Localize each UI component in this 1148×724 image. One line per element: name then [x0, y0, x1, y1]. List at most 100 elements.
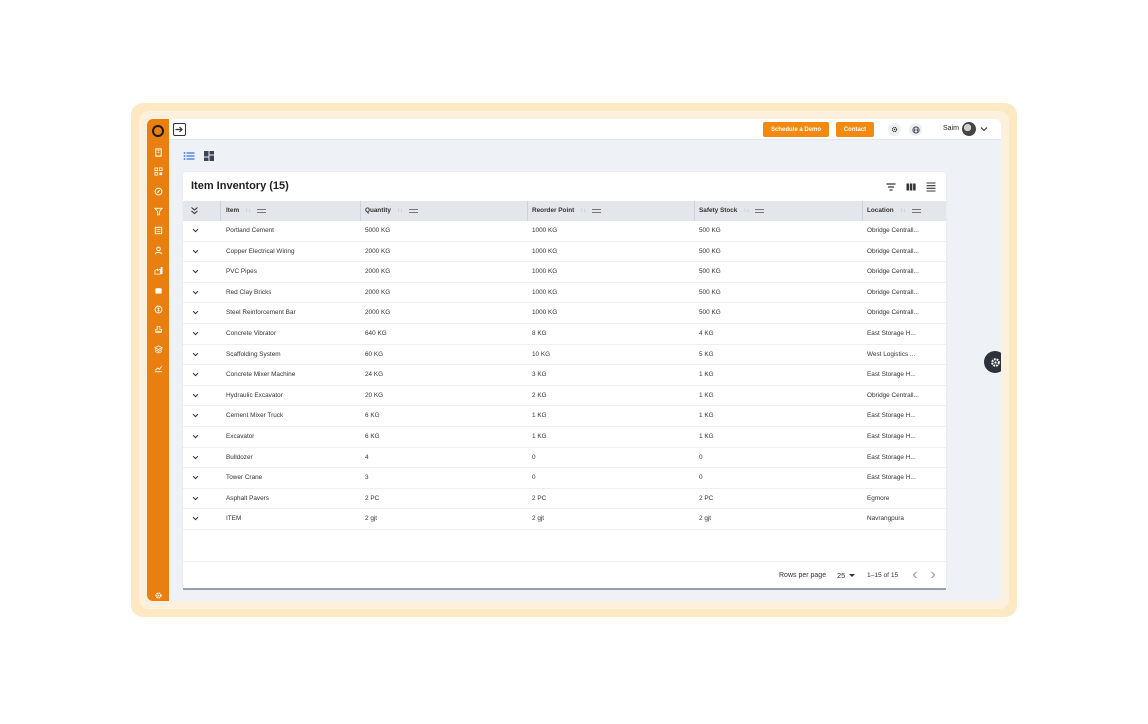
cell-reorder: 1000 KG [532, 288, 558, 296]
layers-icon[interactable] [153, 344, 163, 354]
schedule-demo-button[interactable]: Schedule a Demo [763, 122, 829, 137]
row-expand-chevron-icon[interactable] [192, 412, 199, 419]
filter-icon[interactable] [885, 181, 897, 193]
sort-icon[interactable]: ↑↓ [743, 208, 749, 214]
dollar-icon[interactable] [153, 304, 163, 314]
table-row[interactable]: Concrete Vibrator 640 KG 8 KG 4 KG East Stor… [183, 324, 946, 345]
next-page-icon[interactable] [929, 571, 937, 579]
expand-sidebar-icon[interactable] [173, 123, 186, 136]
avatar[interactable] [962, 122, 976, 136]
row-expand-chevron-icon[interactable] [192, 474, 199, 481]
globe-icon[interactable] [909, 123, 922, 136]
row-expand-chevron-icon[interactable] [192, 495, 199, 502]
row-expand-chevron-icon[interactable] [192, 433, 199, 440]
filter-funnel-icon[interactable] [153, 206, 163, 216]
expand-all-icon[interactable] [190, 206, 199, 215]
column-header-quantity[interactable]: Quantity ↑↓ [365, 207, 418, 214]
grid-view-icon[interactable] [203, 150, 215, 162]
row-expand-chevron-icon[interactable] [192, 289, 199, 296]
table-row[interactable]: ITEM 2 gjt 2 gjt 2 gjt Navrangpura [183, 509, 946, 530]
settings-gear-icon[interactable] [888, 123, 901, 136]
cell-quantity: 6 KG [365, 412, 380, 420]
cell-item: Tower Crane [226, 474, 263, 482]
row-expand-chevron-icon[interactable] [192, 515, 199, 522]
table-row[interactable]: Excavator 6 KG 1 KG 1 KG East Storage H... [183, 427, 946, 448]
cell-location: East Storage H... [867, 330, 916, 337]
row-expand-chevron-icon[interactable] [192, 392, 199, 399]
user-name[interactable]: Saim [943, 125, 959, 132]
contact-button[interactable]: Contact [836, 122, 874, 137]
user-icon[interactable] [153, 245, 163, 255]
row-expand-chevron-icon[interactable] [192, 248, 199, 255]
table-row[interactable]: Tower Crane 3 0 0 East Storage H... [183, 468, 946, 489]
cell-item: Hydraulic Excavator [226, 391, 283, 399]
sort-icon[interactable]: ↑↓ [580, 208, 586, 214]
cell-reorder: 1 KG [532, 433, 547, 440]
table-row[interactable]: Concrete Mixer Machine 24 KG 3 KG 1 KG East … [183, 365, 946, 386]
column-header-location[interactable]: Location ↑↓ [867, 207, 921, 214]
column-header-safety-stock[interactable]: Safety Stock ↑↓ [699, 207, 765, 214]
list-view-icon[interactable] [183, 150, 195, 162]
cell-item: Bulldozer [226, 453, 253, 461]
cell-safety: 500 KG [699, 309, 721, 317]
column-header-item[interactable]: Item ↑↓ [226, 207, 267, 214]
cell-item: Scaffolding System [226, 350, 281, 358]
logo-icon[interactable] [152, 125, 164, 137]
gear-icon[interactable] [153, 590, 163, 600]
cell-quantity: 2 gjt [365, 515, 378, 523]
settings-fab-icon[interactable] [984, 351, 1001, 373]
row-expand-chevron-icon[interactable] [192, 309, 199, 316]
caret-down-icon[interactable] [849, 574, 855, 577]
cell-quantity: 2000 KG [365, 309, 391, 317]
table-row[interactable]: Asphalt Pavers 2 PC 2 PC 2 PC Egmore [183, 489, 946, 510]
table-row[interactable]: Scaffolding System 60 KG 10 KG 5 KG West Log… [183, 345, 946, 366]
table-row[interactable]: Copper Electrical Wiring 2000 KG 1000 KG 50… [183, 242, 946, 263]
trend-chart-icon[interactable] [153, 363, 163, 373]
row-expand-chevron-icon[interactable] [192, 454, 199, 461]
table-row[interactable]: Portland Cement 5000 KG 1000 KG 500 KG Obrid… [183, 221, 946, 242]
cell-safety: 4 KG [699, 330, 714, 337]
box-icon[interactable] [153, 285, 163, 295]
cell-reorder: 1000 KG [532, 227, 558, 234]
chevron-down-icon[interactable] [980, 125, 988, 133]
density-icon[interactable] [925, 181, 937, 193]
sort-icon[interactable]: ↑↓ [397, 208, 403, 214]
cell-quantity: 2000 KG [365, 288, 391, 296]
table-row[interactable]: Bulldozer 4 0 0 East Storage H... [183, 448, 946, 469]
cell-reorder: 0 [532, 453, 536, 461]
table-row[interactable]: PVC Pipes 2000 KG 1000 KG 500 KG Obridge Cen… [183, 262, 946, 283]
cell-quantity: 6 KG [365, 433, 380, 440]
sidebar [147, 119, 169, 601]
row-expand-chevron-icon[interactable] [192, 351, 199, 358]
cell-location: Egmore [867, 494, 890, 502]
row-expand-chevron-icon[interactable] [192, 268, 199, 275]
rows-per-page-select[interactable]: 25 [837, 571, 845, 580]
column-menu-icon[interactable] [911, 208, 921, 213]
columns-icon[interactable] [905, 181, 917, 193]
cell-safety: 500 KG [699, 288, 721, 296]
building-icon[interactable] [153, 147, 163, 157]
column-menu-icon[interactable] [257, 208, 267, 213]
table-row[interactable]: Cement Mixer Truck 6 KG 1 KG 1 KG East Stora… [183, 406, 946, 427]
column-menu-icon[interactable] [755, 208, 765, 213]
sort-icon[interactable]: ↑↓ [245, 208, 251, 214]
row-expand-chevron-icon[interactable] [192, 330, 199, 337]
sort-icon[interactable]: ↑↓ [900, 208, 906, 214]
stamp-icon[interactable] [153, 324, 163, 334]
cell-quantity: 4 [365, 453, 369, 461]
invoice-icon[interactable] [153, 225, 163, 235]
factory-icon[interactable] [153, 265, 163, 275]
row-expand-chevron-icon[interactable] [192, 227, 199, 234]
table-row[interactable]: Steel Reinforcement Bar 2000 KG 1000 KG 500… [183, 303, 946, 324]
column-header-reorder-point[interactable]: Reorder Point ↑↓ [532, 207, 602, 214]
column-menu-icon[interactable] [592, 208, 602, 213]
prev-page-icon[interactable] [911, 571, 919, 579]
compass-icon[interactable] [153, 186, 163, 196]
table-row[interactable]: Red Clay Bricks 2000 KG 1000 KG 500 KG Obrid… [183, 283, 946, 304]
qr-code-icon[interactable] [153, 166, 163, 176]
cell-location: Obridge Centrall... [867, 309, 919, 317]
cell-item: Concrete Vibrator [226, 330, 276, 337]
table-row[interactable]: Hydraulic Excavator 20 KG 2 KG 1 KG Obridge … [183, 386, 946, 407]
row-expand-chevron-icon[interactable] [192, 371, 199, 378]
column-menu-icon[interactable] [408, 208, 418, 213]
